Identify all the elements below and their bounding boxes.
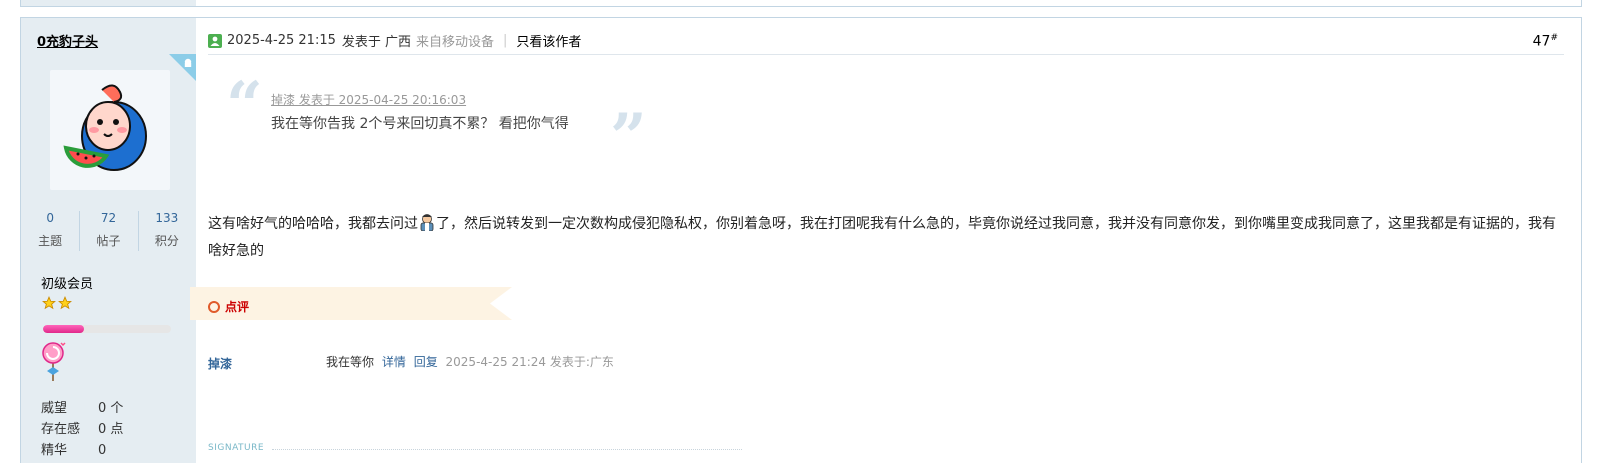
stat-label: 主题	[38, 234, 63, 248]
previous-post-strip	[20, 0, 1582, 7]
post-body: 这有啥好气的哈哈哈，我都去问过 了，然后说转发到一定次数构成侵犯隐私权，你别着急…	[208, 211, 1556, 265]
avatar[interactable]	[50, 70, 170, 190]
rank-progress-bar	[43, 325, 171, 333]
comment-label-text: 点评	[225, 300, 250, 314]
quote-close-icon: ”	[610, 100, 647, 175]
stat-label: 帖子	[96, 234, 121, 248]
rank-progress-fill	[43, 325, 84, 333]
rank-stars	[42, 296, 72, 310]
post-datetime: 2025-4-25 21:15	[227, 33, 336, 48]
floor-number[interactable]: 47#	[1533, 33, 1558, 50]
attribute-key: 存在感	[41, 422, 81, 437]
comment-meta: 2025-4-25 21:24 发表于:广东	[445, 355, 614, 369]
previous-post-sidebar-edge	[21, 0, 196, 6]
attribute-value: 0 点	[98, 422, 124, 437]
post-device: 来自移动设备	[416, 35, 495, 50]
stat-label: 积分	[154, 234, 179, 248]
post-body-text: 这有啥好气的哈哈哈，我都去问过	[208, 216, 418, 232]
attribute-value: 0 个	[98, 401, 124, 416]
stat-threads[interactable]: 0 主题	[21, 208, 79, 251]
android-corner-icon	[169, 54, 196, 81]
forum-post: 0充豹子头 0 主题 72 帖子 133 积分 初级会员 威望 0 个 存在感 …	[20, 17, 1582, 463]
user-stats: 0 主题 72 帖子 133 积分	[21, 208, 196, 251]
only-author-link[interactable]: 只看该作者	[516, 31, 581, 50]
doctor-emoji-icon	[420, 214, 434, 231]
attribute-row: 存在感 0 点	[41, 419, 123, 440]
floor-sup: #	[1550, 33, 1558, 43]
post-main: 2025-4-25 21:15 发表于 广西 来自移动设备 | 只看该作者 47…	[190, 18, 1581, 463]
comment-text: 我在等你	[326, 355, 375, 369]
username-link[interactable]: 0充豹子头	[37, 31, 98, 50]
stat-posts[interactable]: 72 帖子	[79, 208, 137, 251]
quote-open-icon: “	[226, 68, 263, 143]
floor-value: 47	[1532, 33, 1551, 50]
attribute-value: 0	[98, 443, 107, 458]
stat-value[interactable]: 133	[138, 208, 196, 228]
comment-row: 我在等你 详情 回复 2025-4-25 21:24 发表于:广东	[326, 353, 614, 370]
stat-points[interactable]: 133 积分	[137, 208, 196, 251]
header-separator: |	[503, 33, 508, 48]
stat-value[interactable]: 0	[21, 208, 79, 228]
signature-divider	[272, 449, 742, 450]
quote-text: 我在等你告我 2个号来回切真不累？ 看把你气得	[271, 116, 569, 132]
quote-block: “ 掉漆 发表于 2025-04-25 20:16:03 我在等你告我 2个号来…	[226, 74, 656, 170]
attribute-key: 精华	[41, 443, 68, 458]
user-attributes: 威望 0 个 存在感 0 点 精华 0	[41, 398, 123, 461]
signature-label: SIGNATURE	[208, 443, 265, 453]
user-rank: 初级会员	[41, 277, 94, 292]
user-profile-sidebar: 0充豹子头 0 主题 72 帖子 133 积分 初级会员 威望 0 个 存在感 …	[21, 18, 196, 463]
avatar-image	[63, 84, 147, 171]
quote-source-link[interactable]: 掉漆 发表于 2025-04-25 20:16:03	[271, 91, 466, 108]
comment-reply-link[interactable]: 回复	[414, 355, 438, 369]
star-icon	[42, 296, 56, 310]
comment-detail-link[interactable]: 详情	[382, 355, 406, 369]
attribute-row: 威望 0 个	[41, 398, 123, 419]
star-icon	[58, 296, 72, 310]
online-icon	[208, 33, 222, 48]
comment-author-link[interactable]: 掉漆	[208, 355, 232, 372]
attribute-key: 威望	[41, 401, 68, 416]
attribute-row: 精华 0	[41, 440, 123, 461]
comment-section-label: 点评	[208, 298, 249, 315]
post-location: 发表于 广西	[341, 35, 412, 50]
stat-value[interactable]: 72	[79, 208, 137, 228]
post-header: 2025-4-25 21:15 发表于 广西 来自移动设备 | 只看该作者 47…	[208, 18, 1564, 55]
comment-ring-icon	[208, 300, 220, 313]
lollipop-medal-icon[interactable]	[41, 341, 67, 383]
